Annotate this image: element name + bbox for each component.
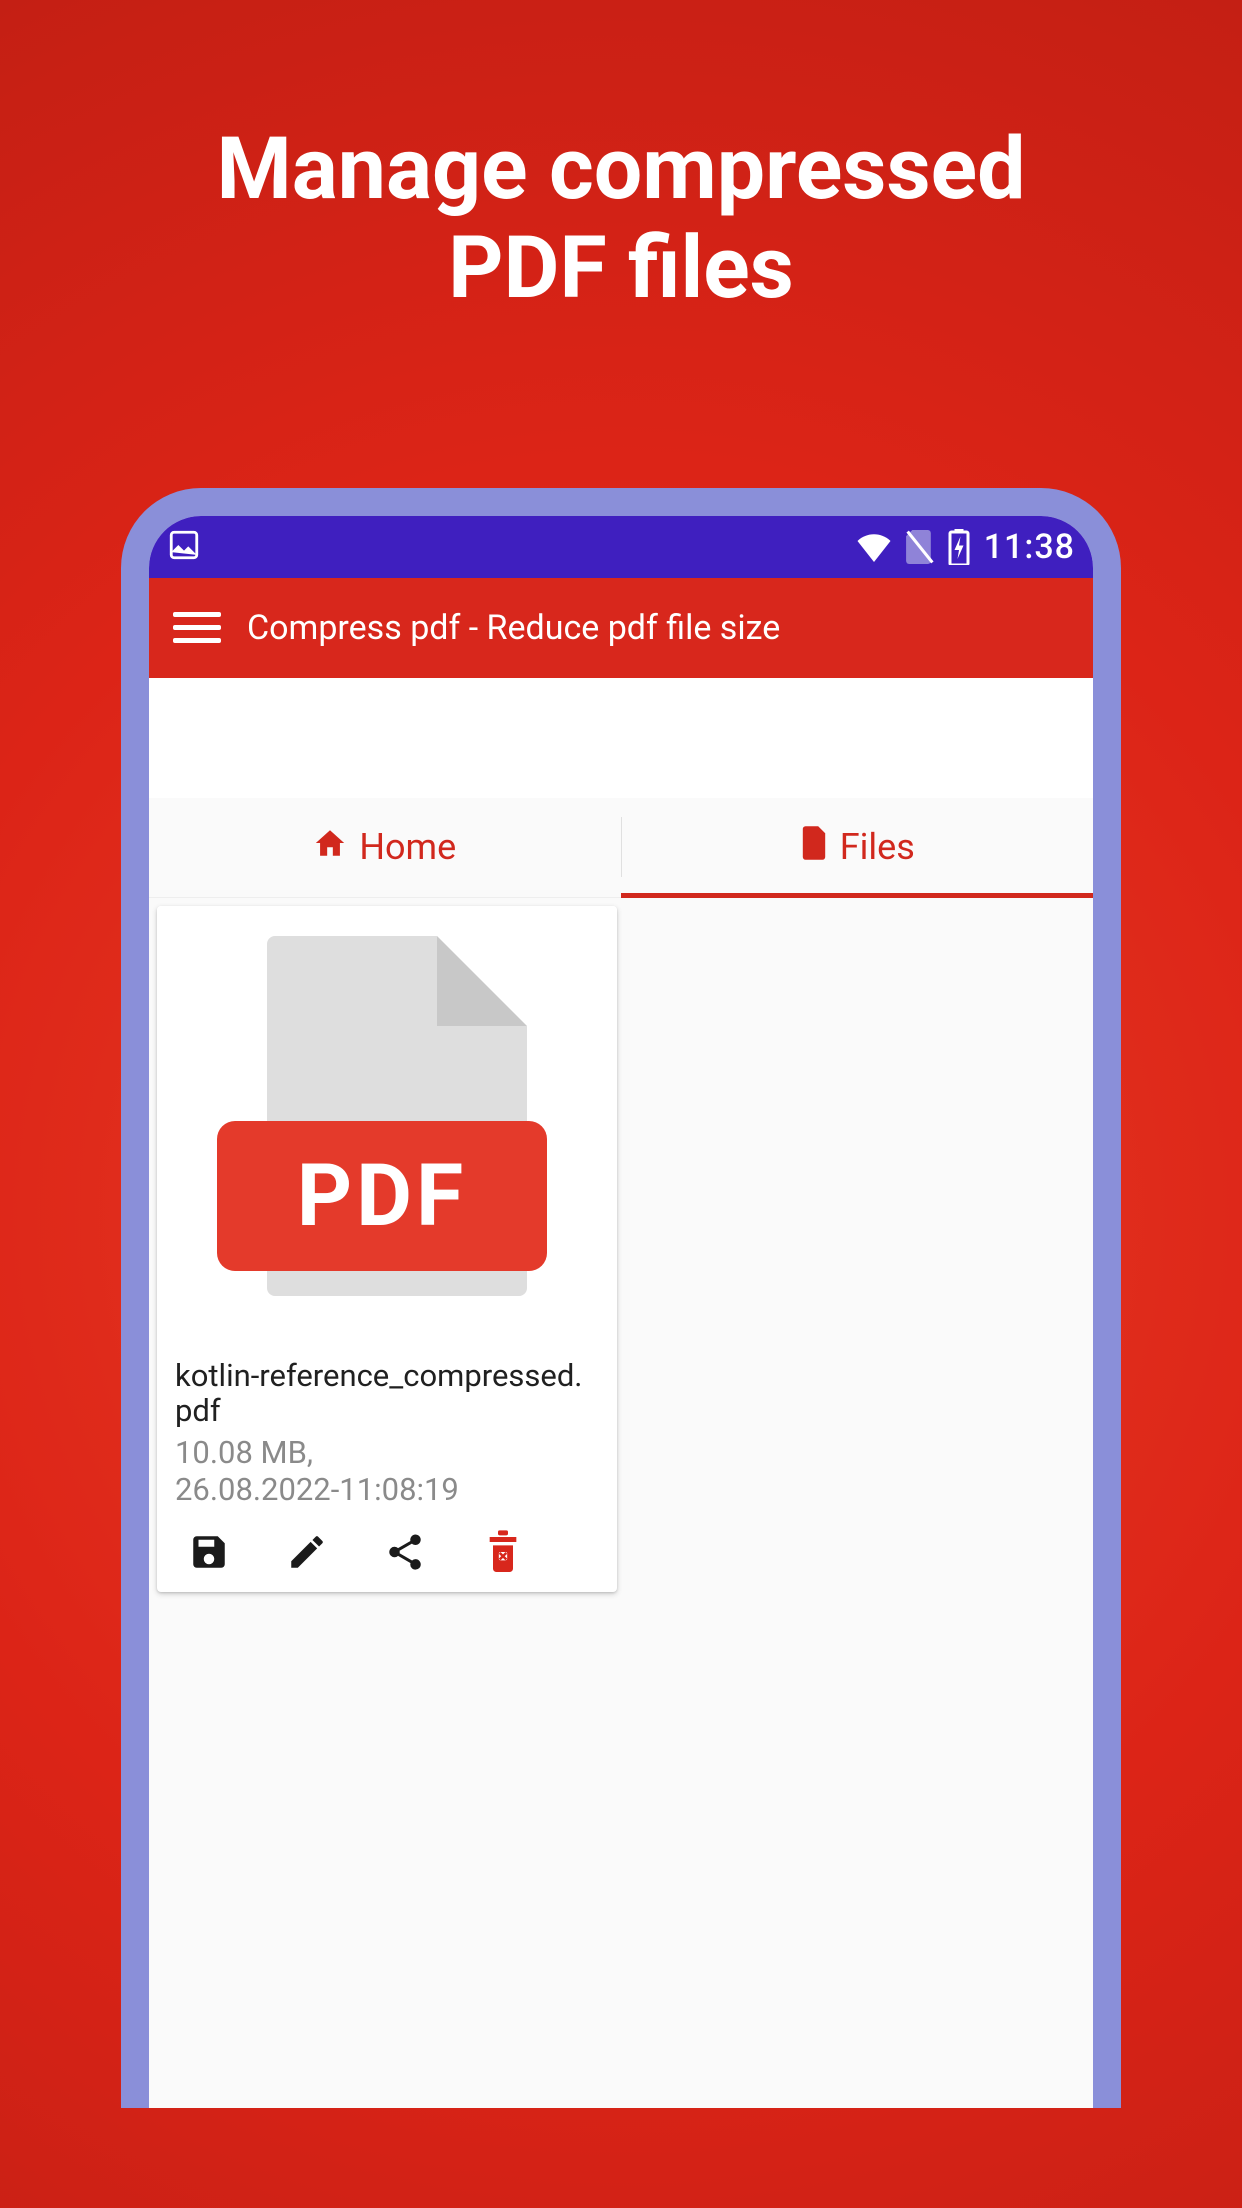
- tab-home[interactable]: Home: [149, 798, 621, 897]
- headline-line-1: Manage compressed: [216, 118, 1025, 219]
- tab-files-label: Files: [840, 826, 915, 868]
- battery-charging-icon: [948, 529, 970, 565]
- file-card[interactable]: PDF kotlin-reference_compressed.pdf 10.0…: [157, 906, 617, 1592]
- app-content: Home Files: [149, 798, 1093, 2108]
- status-bar-left: [167, 528, 201, 566]
- tab-home-label: Home: [359, 826, 456, 868]
- device-wrap: 11:38 Compress pdf - Reduce pdf file siz…: [121, 488, 1121, 2108]
- headline-line-2: PDF files: [448, 217, 794, 318]
- file-subtext: 10.08 MB, 26.08.2022-11:08:19: [175, 1435, 599, 1508]
- file-size: 10.08 MB,: [175, 1434, 313, 1471]
- pdf-badge-label: PDF: [217, 1121, 547, 1271]
- file-name: kotlin-reference_compressed.pdf: [175, 1358, 599, 1429]
- status-bar: 11:38: [149, 516, 1093, 578]
- status-bar-right: 11:38: [856, 527, 1075, 567]
- file-grid: PDF kotlin-reference_compressed.pdf 10.0…: [149, 898, 1093, 1592]
- edit-button[interactable]: [283, 1528, 331, 1576]
- share-button[interactable]: [381, 1528, 429, 1576]
- device-frame: 11:38 Compress pdf - Reduce pdf file siz…: [121, 488, 1121, 2108]
- status-bar-time: 11:38: [984, 527, 1075, 567]
- promo-container: Manage compressed PDF files: [0, 0, 1242, 2208]
- tab-files[interactable]: Files: [622, 798, 1094, 897]
- file-actions: [157, 1522, 617, 1592]
- file-icon: [800, 826, 828, 869]
- pdf-icon: PDF: [217, 926, 557, 1326]
- app-title: Compress pdf - Reduce pdf file size: [247, 608, 780, 648]
- save-button[interactable]: [185, 1528, 233, 1576]
- file-meta: kotlin-reference_compressed.pdf 10.08 MB…: [157, 1346, 617, 1522]
- file-date: 26.08.2022-11:08:19: [175, 1471, 459, 1508]
- tabs: Home Files: [149, 798, 1093, 898]
- menu-icon[interactable]: [173, 604, 221, 652]
- file-thumbnail: PDF: [157, 906, 617, 1346]
- home-icon: [313, 826, 347, 869]
- delete-button[interactable]: [479, 1528, 527, 1576]
- tab-underline: [621, 893, 1093, 898]
- wifi-icon: [856, 532, 892, 562]
- image-icon: [167, 528, 201, 566]
- app-toolbar: Compress pdf - Reduce pdf file size: [149, 578, 1093, 678]
- promo-headline: Manage compressed PDF files: [216, 120, 1025, 318]
- no-sim-icon: [906, 530, 934, 564]
